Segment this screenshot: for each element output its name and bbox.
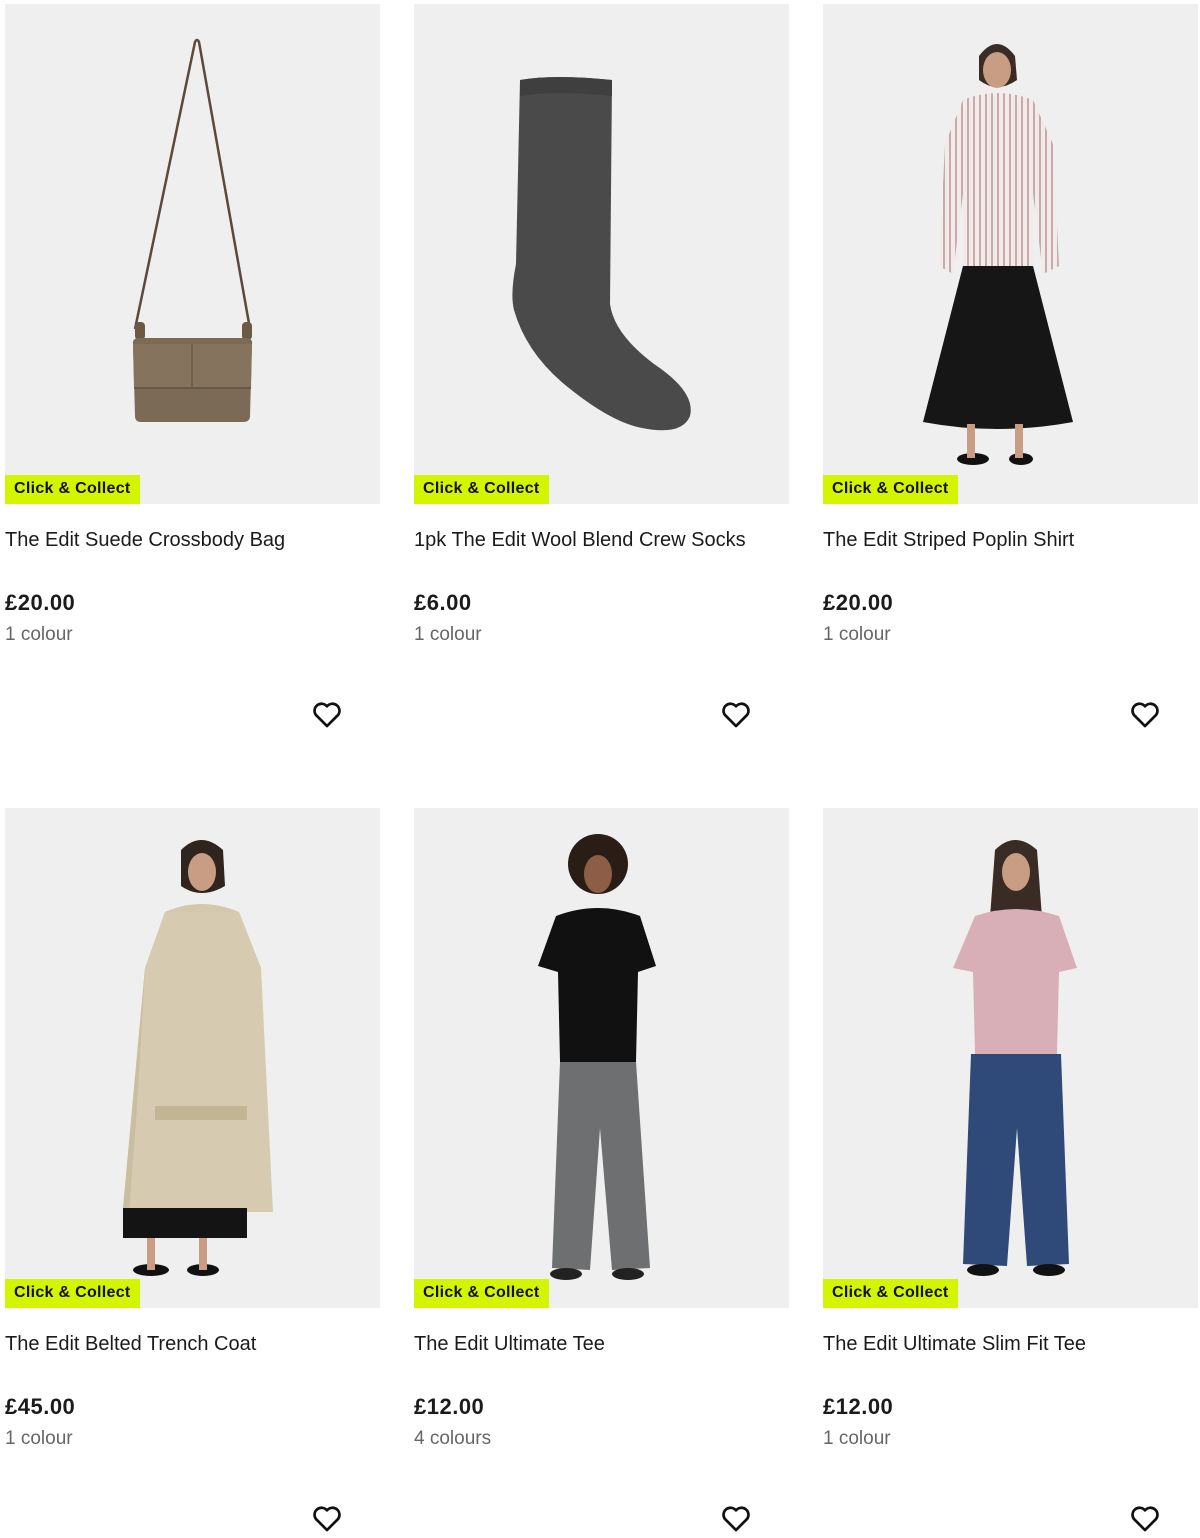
product-image[interactable]: Click & Collect [5, 808, 380, 1308]
product-title[interactable]: The Edit Striped Poplin Shirt [823, 528, 1198, 552]
product-price: £12.00 [414, 1394, 485, 1419]
model-pink-tee-illustration [953, 840, 1077, 1276]
heart-outline-icon[interactable] [719, 1501, 753, 1535]
heart-outline-icon[interactable] [1128, 697, 1162, 731]
click-collect-badge: Click & Collect [823, 475, 958, 504]
product-price: £20.00 [5, 590, 76, 615]
wool-socks-illustration [512, 77, 691, 431]
heart-outline-icon[interactable] [719, 697, 753, 731]
product-image[interactable]: Click & Collect [414, 808, 789, 1308]
product-title[interactable]: The Edit Ultimate Slim Fit Tee [823, 1332, 1198, 1356]
product-card[interactable]: Click & Collect The Edit Ultimate Tee £1… [414, 808, 789, 1450]
product-colours: 1 colour [823, 624, 891, 645]
product-card[interactable]: Click & Collect The Edit Striped Poplin … [823, 4, 1198, 646]
heart-outline-icon[interactable] [1128, 1501, 1162, 1535]
click-collect-badge: Click & Collect [414, 475, 549, 504]
click-collect-badge: Click & Collect [823, 1279, 958, 1308]
product-image[interactable]: Click & Collect [823, 4, 1198, 504]
product-title[interactable]: The Edit Ultimate Tee [414, 1332, 789, 1356]
model-trench-coat-illustration [123, 840, 273, 1276]
product-card[interactable]: Click & Collect The Edit Suede Crossbody… [5, 4, 380, 646]
click-collect-badge: Click & Collect [5, 475, 140, 504]
click-collect-badge: Click & Collect [414, 1279, 549, 1308]
product-image[interactable]: Click & Collect [5, 4, 380, 504]
product-image[interactable]: Click & Collect [823, 808, 1198, 1308]
product-colours: 4 colours [414, 1428, 492, 1449]
product-image[interactable]: Click & Collect [414, 4, 789, 504]
heart-outline-icon[interactable] [310, 697, 344, 731]
product-title[interactable]: The Edit Belted Trench Coat [5, 1332, 380, 1356]
product-title[interactable]: The Edit Suede Crossbody Bag [5, 528, 380, 552]
product-colours: 1 colour [5, 1428, 73, 1449]
model-striped-shirt-illustration [923, 44, 1073, 465]
product-card[interactable]: Click & Collect 1pk The Edit Wool Blend … [414, 4, 789, 646]
product-colours: 1 colour [5, 624, 73, 645]
product-price: £45.00 [5, 1394, 76, 1419]
model-black-tee-illustration [538, 834, 656, 1280]
product-card[interactable]: Click & Collect The Edit Ultimate Slim F… [823, 808, 1198, 1450]
product-card[interactable]: Click & Collect The Edit Belted Trench C… [5, 808, 380, 1450]
crossbody-bag-illustration [132, 38, 253, 422]
product-price: £12.00 [823, 1394, 894, 1419]
click-collect-badge: Click & Collect [5, 1279, 140, 1308]
product-title[interactable]: 1pk The Edit Wool Blend Crew Socks [414, 528, 789, 552]
product-colours: 1 colour [823, 1428, 891, 1449]
heart-outline-icon[interactable] [310, 1501, 344, 1535]
product-price: £6.00 [414, 590, 472, 615]
product-colours: 1 colour [414, 624, 482, 645]
product-price: £20.00 [823, 590, 894, 615]
